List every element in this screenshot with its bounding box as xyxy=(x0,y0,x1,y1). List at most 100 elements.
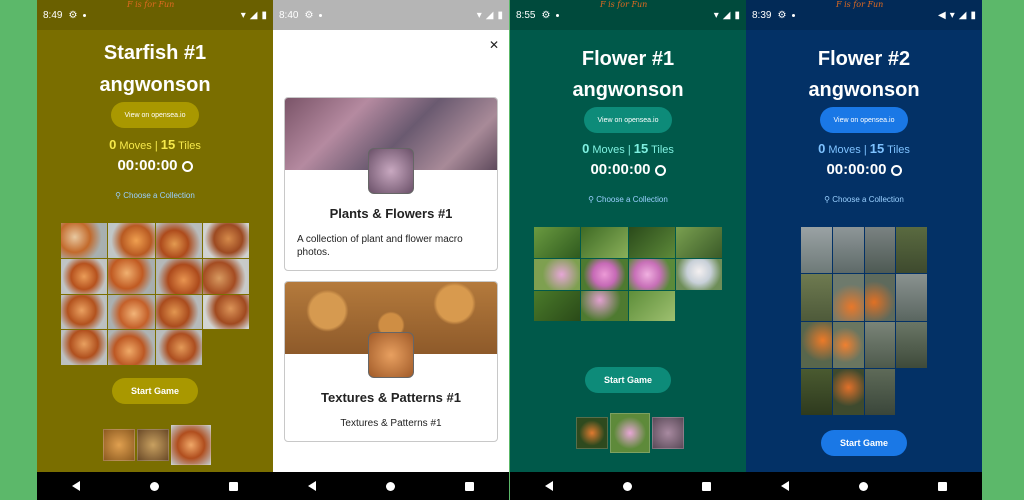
android-nav-bar xyxy=(37,472,273,500)
status-time: 8:40 xyxy=(279,9,299,21)
puzzle-tile[interactable] xyxy=(581,227,628,258)
phone-screen-starfish: 8:49 ⚙ ▾ ◢ ▮ F is for Fun Starfish #1 angw… xyxy=(37,0,273,500)
home-icon[interactable] xyxy=(150,481,159,491)
thumbnail-puzzle[interactable] xyxy=(576,417,608,449)
status-time: 8:39 xyxy=(752,9,772,21)
puzzle-tile[interactable] xyxy=(202,294,249,330)
settings-status-icon: ⚙ xyxy=(304,9,314,21)
battery-icon: ▮ xyxy=(261,9,267,21)
puzzle-tile[interactable] xyxy=(155,258,202,294)
puzzle-tile[interactable] xyxy=(864,227,896,274)
choose-collection-link[interactable]: ⚲ Choose a Collection xyxy=(37,191,273,200)
home-icon[interactable] xyxy=(623,481,632,491)
empty-slot xyxy=(202,330,249,365)
recents-icon[interactable] xyxy=(465,481,474,491)
thumbnail-puzzle[interactable] xyxy=(137,429,169,461)
view-on-opensea-button[interactable]: View on opensea.io xyxy=(584,107,672,133)
wifi-icon: ▾ xyxy=(713,9,719,21)
game-timer: 00:00:00 xyxy=(37,157,273,174)
back-icon[interactable] xyxy=(72,481,80,491)
puzzle-tile[interactable] xyxy=(581,258,628,290)
close-icon[interactable]: ✕ xyxy=(489,38,499,52)
recents-icon[interactable] xyxy=(702,481,711,491)
puzzle-tile[interactable] xyxy=(61,294,108,330)
puzzle-tile[interactable] xyxy=(202,223,249,258)
puzzle-tile[interactable] xyxy=(534,227,581,258)
stopwatch-icon xyxy=(654,165,666,176)
puzzle-tile[interactable] xyxy=(896,227,927,274)
puzzle-tile[interactable] xyxy=(534,258,581,290)
puzzle-tile[interactable] xyxy=(864,321,896,368)
puzzle-tile[interactable] xyxy=(801,274,832,321)
choose-collection-link[interactable]: ⚲ Choose a Collection xyxy=(746,195,982,204)
stopwatch-icon xyxy=(181,161,193,172)
choose-collection-link[interactable]: ⚲ Choose a Collection xyxy=(510,195,746,204)
puzzle-tile[interactable] xyxy=(108,223,155,258)
puzzle-tile[interactable] xyxy=(801,321,832,368)
battery-icon: ▮ xyxy=(970,9,976,21)
puzzle-tile[interactable] xyxy=(155,223,202,258)
puzzle-tile[interactable] xyxy=(108,294,155,330)
back-icon[interactable] xyxy=(781,481,789,491)
puzzle-tile[interactable] xyxy=(61,330,108,365)
home-icon[interactable] xyxy=(859,481,868,491)
puzzle-tile[interactable] xyxy=(61,258,108,294)
puzzle-tile[interactable] xyxy=(108,258,155,294)
thumbnail-puzzle-selected[interactable] xyxy=(610,413,650,453)
collection-description: Textures & Patterns #1 xyxy=(340,418,442,429)
puzzle-tile[interactable] xyxy=(202,258,249,294)
back-icon[interactable] xyxy=(545,481,553,491)
recents-icon[interactable] xyxy=(938,481,947,491)
start-game-button[interactable]: Start Game xyxy=(585,367,671,393)
puzzle-tile[interactable] xyxy=(628,258,675,290)
android-nav-bar xyxy=(746,472,982,500)
thumbnail-puzzle-selected[interactable] xyxy=(171,425,211,465)
artist-name: angwonson xyxy=(99,74,211,96)
phone-screen-flower-1: 8:55 ⚙ ▾ ◢ ▮ F is for Fun Flower #1 angwon… xyxy=(510,0,746,500)
puzzle-tile[interactable] xyxy=(801,227,832,274)
puzzle-tile[interactable] xyxy=(155,330,202,365)
view-on-opensea-button[interactable]: View on opensea.io xyxy=(111,102,199,128)
puzzle-tile[interactable] xyxy=(832,321,864,368)
puzzle-tile[interactable] xyxy=(675,227,722,258)
puzzle-tile[interactable] xyxy=(896,274,927,321)
puzzle-tile[interactable] xyxy=(801,368,832,415)
puzzle-tile[interactable] xyxy=(628,227,675,258)
recents-icon[interactable] xyxy=(229,481,238,491)
choose-collection-label: Choose a Collection xyxy=(123,191,195,200)
puzzle-tile[interactable] xyxy=(675,258,722,290)
thumbnail-puzzle[interactable] xyxy=(652,417,684,449)
puzzle-tile[interactable] xyxy=(155,294,202,330)
puzzle-grid xyxy=(801,227,927,415)
puzzle-tile[interactable] xyxy=(534,290,581,322)
signal-icon: ◢ xyxy=(249,9,258,21)
puzzle-tile[interactable] xyxy=(832,274,864,321)
thumbnail-puzzle[interactable] xyxy=(103,429,135,461)
puzzle-tile[interactable] xyxy=(832,368,864,415)
collection-card-plants[interactable]: Plants & Flowers #1 A collection of plan… xyxy=(284,97,498,271)
back-icon[interactable] xyxy=(308,481,316,491)
start-game-button[interactable]: Start Game xyxy=(112,378,198,404)
wifi-icon: ▾ xyxy=(476,9,482,21)
app-logo: F is for Fun xyxy=(127,0,175,9)
puzzle-tile[interactable] xyxy=(581,290,628,322)
puzzle-tile[interactable] xyxy=(108,330,155,365)
android-nav-bar xyxy=(273,472,509,500)
view-on-opensea-button[interactable]: View on opensea.io xyxy=(820,107,908,133)
collection-card-textures[interactable]: Textures & Patterns #1 Textures & Patter… xyxy=(284,281,498,442)
puzzle-tile[interactable] xyxy=(864,368,896,415)
puzzle-title: Flower #1 xyxy=(581,48,675,70)
start-game-button[interactable]: Start Game xyxy=(821,430,907,456)
puzzle-tile[interactable] xyxy=(896,321,927,368)
battery-icon: ▮ xyxy=(734,9,740,21)
timer-value: 00:00:00 xyxy=(117,157,178,174)
signal-icon: ◢ xyxy=(485,9,494,21)
artist-name: angwonson xyxy=(808,79,920,101)
status-bar: 8:40 ⚙ ▾ ◢ ▮ xyxy=(273,0,509,30)
puzzle-tile[interactable] xyxy=(61,223,108,258)
puzzle-tile[interactable] xyxy=(864,274,896,321)
puzzle-tile[interactable] xyxy=(832,227,864,274)
home-icon[interactable] xyxy=(386,481,395,491)
puzzle-tile[interactable] xyxy=(628,290,675,322)
game-timer: 00:00:00 xyxy=(510,161,746,178)
